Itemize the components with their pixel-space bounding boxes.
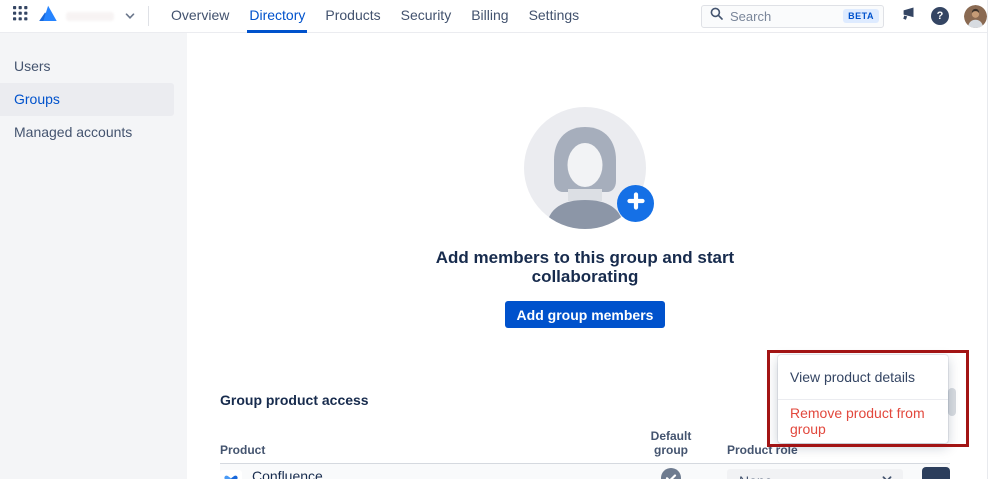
product-role-select[interactable]: None [727, 468, 904, 479]
beta-badge: BETA [843, 9, 879, 23]
announcements-button[interactable] [899, 6, 916, 27]
product-role-cell: None [727, 466, 950, 479]
add-member-plus-button[interactable] [617, 185, 654, 222]
directory-sidebar: Users Groups Managed accounts [0, 33, 187, 479]
organization-switcher[interactable] [38, 5, 136, 27]
sidebar-item-managed-accounts[interactable]: Managed accounts [0, 116, 174, 149]
search-input[interactable] [730, 8, 844, 24]
chevron-down-icon [124, 10, 136, 22]
admin-page: Overview Directory Products Security Bil… [0, 0, 999, 479]
search-box[interactable]: BETA [701, 4, 884, 28]
menu-scrollbar-thumb[interactable] [948, 388, 956, 416]
product-role-selected-value: None [739, 473, 881, 479]
search-icon [710, 7, 723, 25]
tab-settings[interactable]: Settings [527, 0, 582, 33]
divider [148, 6, 149, 26]
menu-item-remove-product-from-group[interactable]: Remove product from group [778, 400, 948, 444]
menu-item-view-product-details[interactable]: View product details [778, 355, 948, 399]
ellipsis-icon [928, 473, 944, 479]
default-group-cell [640, 468, 702, 479]
empty-members-state: Add members to this group and start coll… [220, 107, 950, 328]
tab-billing[interactable]: Billing [469, 0, 510, 33]
avatar-placeholder [524, 107, 654, 229]
tab-directory[interactable]: Directory [247, 0, 308, 33]
user-avatar [964, 4, 987, 28]
help-button[interactable]: ? [931, 7, 949, 25]
chevron-down-icon [881, 472, 893, 479]
column-header-product: Product [220, 443, 266, 457]
redacted-org-name [66, 11, 114, 21]
product-name: Confluence [252, 468, 323, 479]
grid-icon [12, 6, 28, 26]
add-group-members-button[interactable]: Add group members [504, 301, 666, 328]
column-header-default-group: Default group [650, 429, 692, 457]
tab-products[interactable]: Products [323, 0, 382, 33]
column-header-product-role: Product role [727, 443, 798, 457]
page-scrollbar-track[interactable] [987, 0, 999, 479]
product-cell: Confluence [220, 469, 640, 479]
plus-icon [626, 191, 646, 216]
more-options-button[interactable] [922, 466, 950, 479]
tab-overview[interactable]: Overview [169, 0, 231, 33]
megaphone-icon [899, 6, 916, 27]
tab-security[interactable]: Security [399, 0, 454, 33]
app-switcher-button[interactable] [8, 4, 32, 28]
primary-tabs: Overview Directory Products Security Bil… [161, 0, 589, 33]
top-navigation-bar: Overview Directory Products Security Bil… [0, 0, 999, 33]
atlassian-logo-icon [38, 5, 58, 27]
question-mark-icon: ? [931, 7, 949, 25]
profile-menu-button[interactable] [964, 4, 987, 28]
table-row: Confluence None [220, 464, 950, 479]
sidebar-item-users[interactable]: Users [0, 50, 174, 83]
product-actions-menu: View product details Remove product from… [778, 355, 948, 443]
empty-state-title: Add members to this group and start coll… [435, 248, 735, 286]
confluence-logo-icon [220, 469, 242, 479]
sidebar-item-groups[interactable]: Groups [0, 83, 174, 116]
check-circle-icon [661, 468, 681, 479]
